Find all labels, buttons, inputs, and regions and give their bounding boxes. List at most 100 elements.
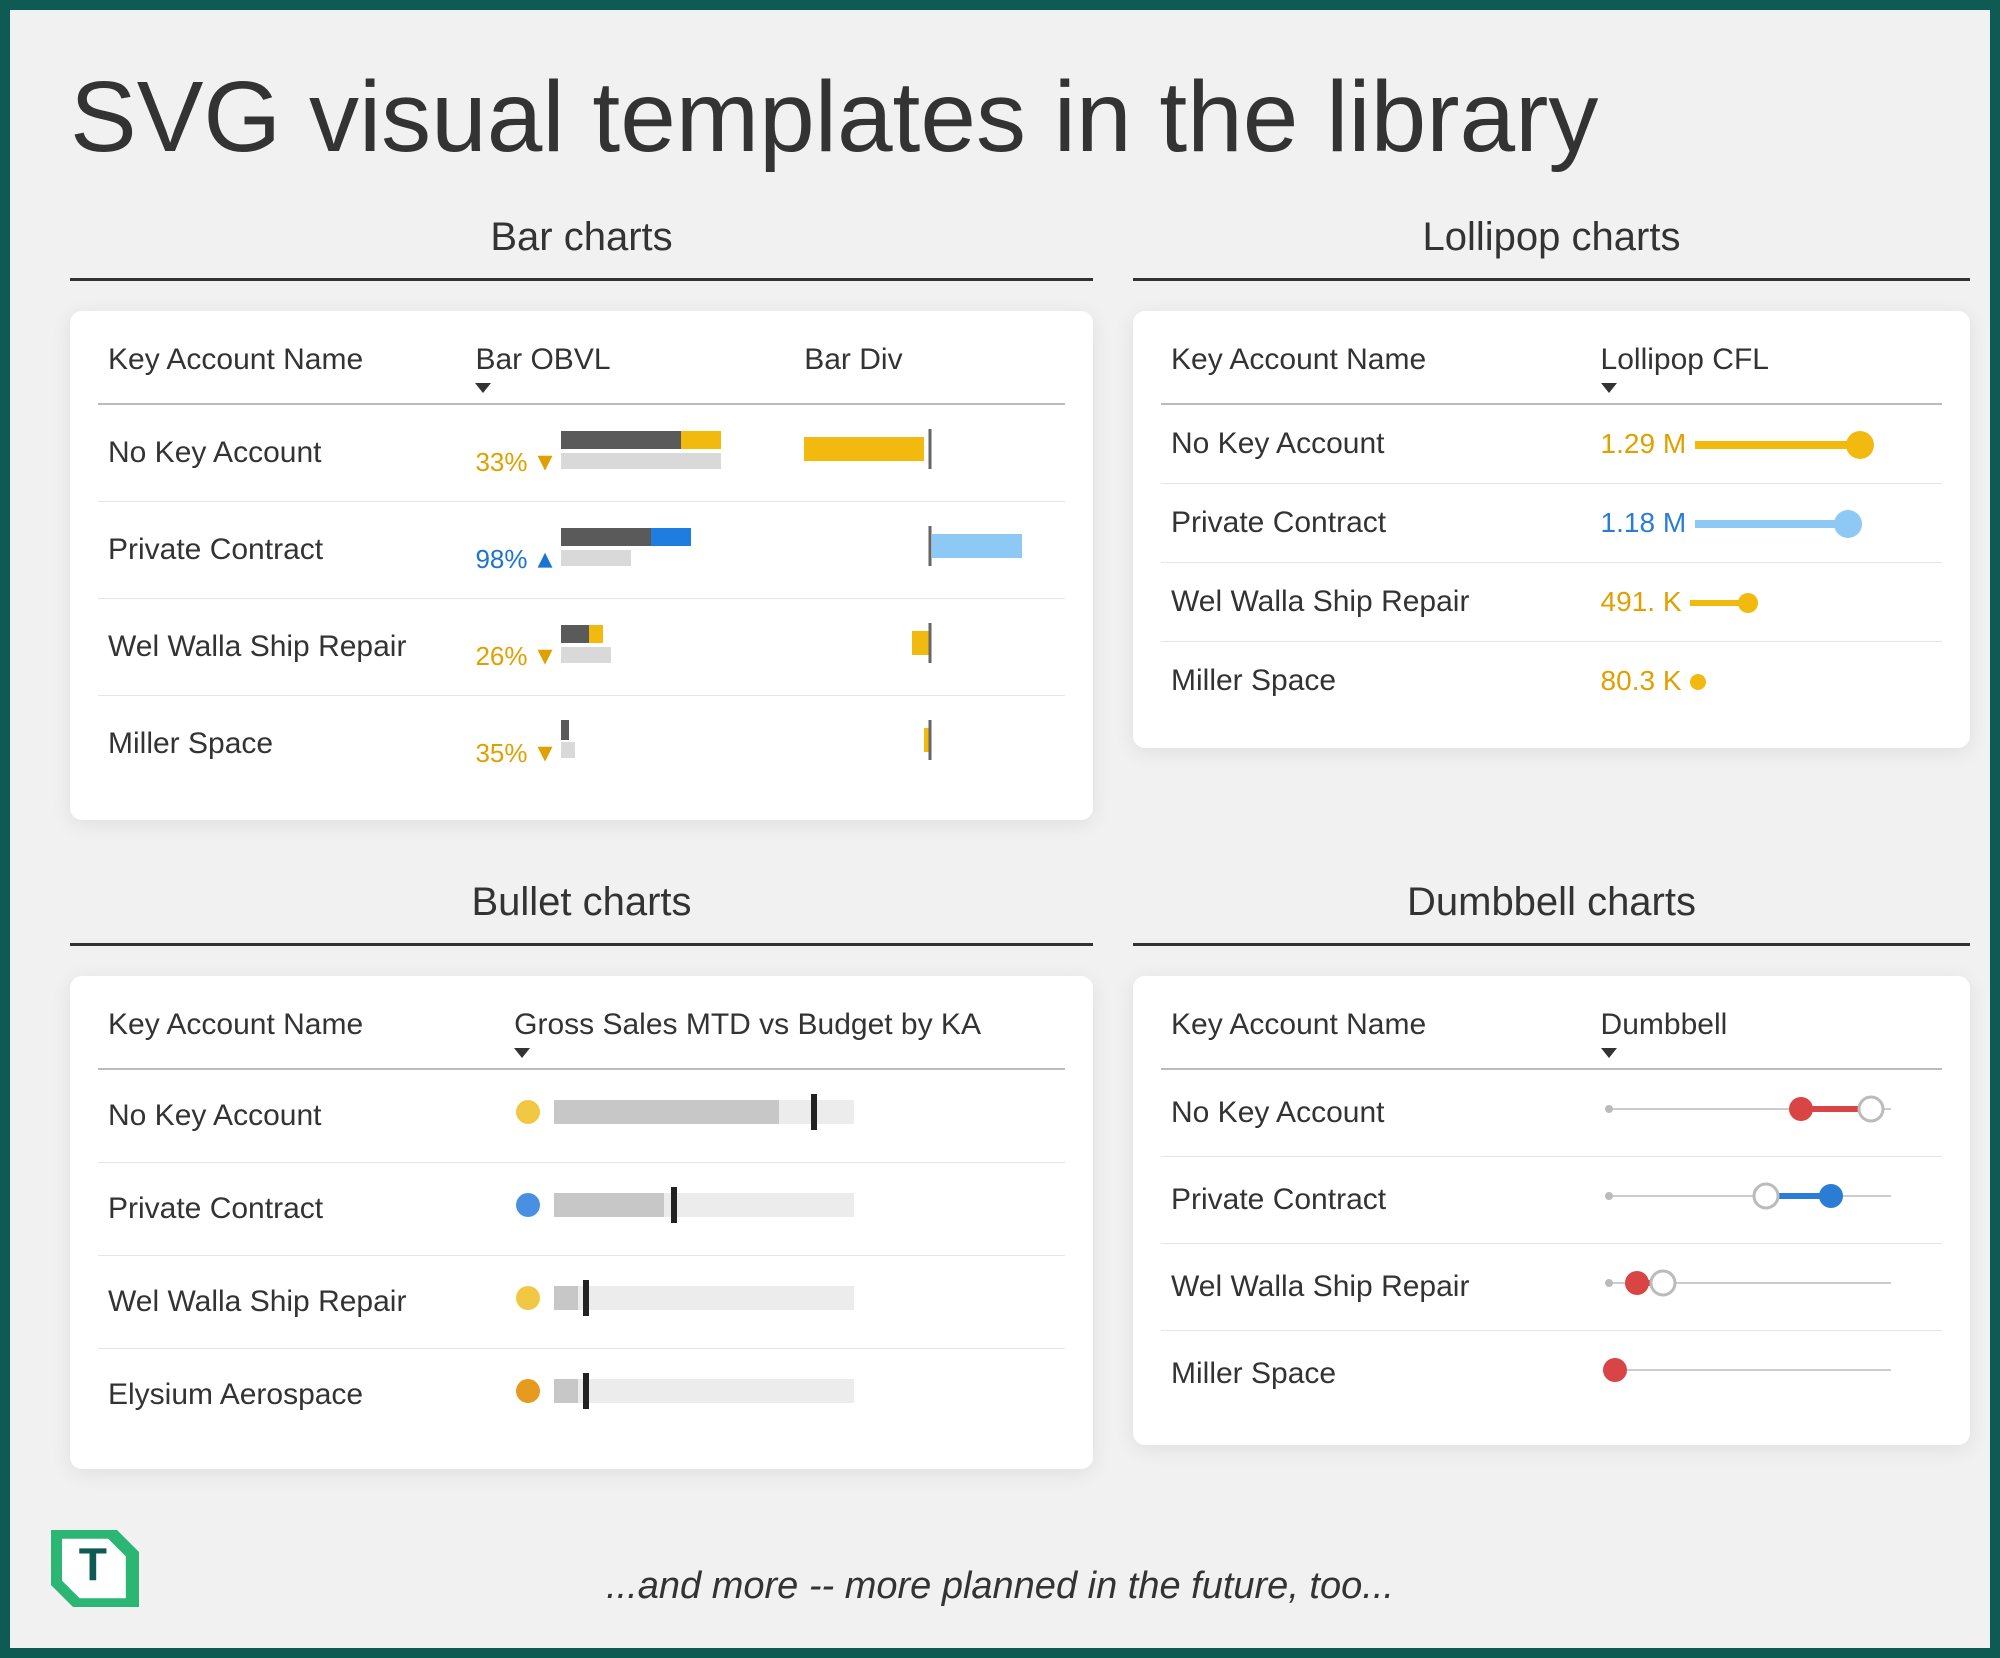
cell-name: Miller Space (1161, 1331, 1591, 1418)
table-row: No Key Account (1161, 1069, 1942, 1157)
table-row: Miller Space 80.3 K (1161, 642, 1942, 721)
lollipop-value: 491. K (1601, 586, 1682, 617)
svg-text:T: T (79, 1539, 107, 1591)
pct-value: 33% (475, 447, 527, 477)
section-dumbbell-charts: Dumbbell charts Key Account Name Dumbbel… (1133, 880, 1970, 1469)
cell-name: Elysium Aerospace (98, 1349, 504, 1442)
sort-caret-icon (514, 1048, 530, 1058)
lollipop-value: 1.18 M (1601, 507, 1687, 538)
div-bar-icon (804, 429, 1024, 469)
sort-caret-icon (1601, 383, 1617, 393)
cell-div (794, 599, 1065, 696)
cell-div (794, 502, 1065, 599)
table-row: Private Contract (1161, 1157, 1942, 1244)
table-row: Private Contract 98% ▴ (98, 502, 1065, 599)
cell-bullet (504, 1069, 1065, 1163)
caret-down-icon: ▾ (538, 639, 553, 672)
col-header-label: Lollipop CFL (1601, 343, 1769, 376)
caret-up-icon: ▴ (538, 542, 553, 575)
cell-dumbbell (1591, 1331, 1942, 1418)
pct-value: 98% (475, 544, 527, 574)
card-bullet: Key Account Name Gross Sales MTD vs Budg… (70, 976, 1093, 1469)
cell-name: Wel Walla Ship Repair (1161, 1244, 1591, 1331)
table-row: Wel Walla Ship Repair (1161, 1244, 1942, 1331)
caret-down-icon: ▾ (538, 445, 553, 478)
section-title-lollipop: Lollipop charts (1133, 215, 1970, 281)
lollipop-icon (1690, 667, 1870, 697)
footer-text: ...and more -- more planned in the futur… (10, 1565, 1990, 1608)
table-row: Wel Walla Ship Repair (98, 1256, 1065, 1349)
obvl-bar-icon (561, 524, 731, 568)
col-header: Key Account Name (98, 1000, 504, 1069)
table-bar: Key Account Name Bar OBVL Bar Div No Key… (98, 335, 1065, 792)
cell-dumbbell (1591, 1157, 1942, 1244)
div-bar-icon (804, 623, 1024, 663)
cell-dumbbell (1591, 1069, 1942, 1157)
table-dumbbell: Key Account Name Dumbbell No Key Account (1161, 1000, 1942, 1417)
bullet-icon (514, 1371, 874, 1411)
table-row: Elysium Aerospace (98, 1349, 1065, 1442)
section-title-dumbbell: Dumbbell charts (1133, 880, 1970, 946)
cell-name: No Key Account (98, 1069, 504, 1163)
lollipop-icon (1690, 588, 1870, 618)
div-bar-icon (804, 720, 1024, 760)
section-bar-charts: Bar charts Key Account Name Bar OBVL Bar… (70, 215, 1093, 820)
cell-obvl: 98% ▴ (465, 502, 794, 599)
cell-lollipop: 1.18 M (1591, 484, 1942, 563)
section-title-bar: Bar charts (70, 215, 1093, 281)
cell-div (794, 696, 1065, 793)
card-dumbbell: Key Account Name Dumbbell No Key Account (1133, 976, 1970, 1445)
table-row: No Key Account 1.29 M (1161, 404, 1942, 484)
table-row: Miller Space 35%▾ (98, 696, 1065, 793)
cell-lollipop: 1.29 M (1591, 404, 1942, 484)
table-row: Private Contract 1.18 M (1161, 484, 1942, 563)
dumbbell-icon (1601, 1353, 1901, 1387)
page-title: SVG visual templates in the library (70, 60, 1930, 175)
table-lollipop: Key Account Name Lollipop CFL No Key Acc… (1161, 335, 1942, 720)
obvl-bar-icon (561, 621, 731, 665)
lollipop-value: 80.3 K (1601, 665, 1682, 696)
cell-div (794, 404, 1065, 502)
col-header[interactable]: Gross Sales MTD vs Budget by KA (504, 1000, 1065, 1069)
section-title-bullet: Bullet charts (70, 880, 1093, 946)
brand-logo-icon: T (40, 1508, 150, 1618)
col-header-label: Dumbbell (1601, 1008, 1728, 1041)
table-bullet: Key Account Name Gross Sales MTD vs Budg… (98, 1000, 1065, 1441)
cell-dumbbell (1591, 1244, 1942, 1331)
pct-value: 26% (475, 641, 527, 671)
div-bar-icon (804, 526, 1024, 566)
col-header: Key Account Name (1161, 335, 1591, 404)
table-row: Wel Walla Ship Repair 26%▾ (98, 599, 1065, 696)
cell-name: Private Contract (1161, 484, 1591, 563)
table-row: Wel Walla Ship Repair 491. K (1161, 563, 1942, 642)
col-header[interactable]: Bar OBVL (465, 335, 794, 404)
sort-caret-icon (475, 383, 491, 393)
cell-bullet (504, 1349, 1065, 1442)
bullet-icon (514, 1278, 874, 1318)
cell-bullet (504, 1256, 1065, 1349)
table-row: Private Contract (98, 1163, 1065, 1256)
col-header: Bar Div (794, 335, 1065, 404)
cell-name: Wel Walla Ship Repair (1161, 563, 1591, 642)
cell-lollipop: 80.3 K (1591, 642, 1942, 721)
cell-name: Private Contract (98, 502, 465, 599)
cell-name: Private Contract (1161, 1157, 1591, 1244)
dumbbell-icon (1601, 1266, 1901, 1300)
dumbbell-icon (1601, 1179, 1901, 1213)
sort-caret-icon (1601, 1048, 1617, 1058)
lollipop-value: 1.29 M (1601, 428, 1687, 459)
section-bullet-charts: Bullet charts Key Account Name Gross Sal… (70, 880, 1093, 1469)
cell-obvl: 26% ▾ (465, 599, 794, 696)
obvl-bar-icon (561, 427, 731, 471)
section-lollipop-charts: Lollipop charts Key Account Name Lollipo… (1133, 215, 1970, 820)
lollipop-icon (1695, 430, 1875, 460)
bullet-icon (514, 1092, 874, 1132)
col-header[interactable]: Lollipop CFL (1591, 335, 1942, 404)
table-row: No Key Account 33%▾ (98, 404, 1065, 502)
cell-name: Wel Walla Ship Repair (98, 1256, 504, 1349)
table-row: Miller Space (1161, 1331, 1942, 1418)
cell-name: Miller Space (98, 696, 465, 793)
cell-name: Private Contract (98, 1163, 504, 1256)
col-header[interactable]: Dumbbell (1591, 1000, 1942, 1069)
obvl-bar-icon (561, 718, 731, 762)
